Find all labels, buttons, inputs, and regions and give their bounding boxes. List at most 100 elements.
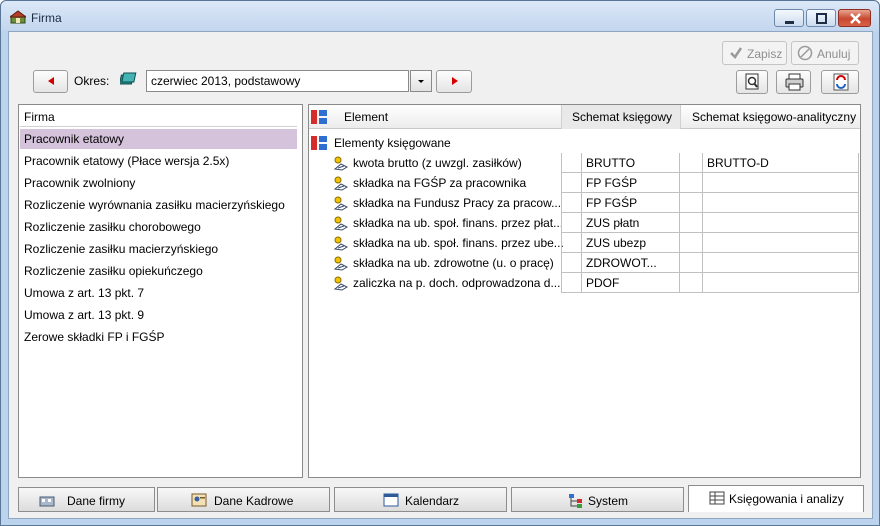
- preview-button[interactable]: [736, 70, 768, 94]
- row-element-name: składka na ub. zdrowotne (u. o pracę): [353, 256, 554, 270]
- tab-dane-kadrowe[interactable]: Dane Kadrowe: [157, 487, 330, 512]
- list-item[interactable]: Firma: [20, 107, 297, 127]
- list-item[interactable]: Pracownik etatowy (Płace wersja 2.5x): [20, 151, 297, 171]
- refresh-button[interactable]: [821, 70, 859, 94]
- row-marker-cell[interactable]: [680, 213, 703, 233]
- tab-system[interactable]: System: [511, 487, 684, 512]
- printer-icon: [785, 73, 804, 91]
- tab-kalendarz[interactable]: Kalendarz: [334, 487, 507, 512]
- title-bar[interactable]: Firma: [1, 1, 879, 31]
- minimize-icon: [785, 21, 794, 24]
- close-button[interactable]: [838, 9, 871, 27]
- table-row[interactable]: składka na FGŚP za pracownika FP FGŚP: [309, 173, 860, 193]
- client-area: Zapisz Anuluj Okres: czerwiec 2013, pods…: [8, 31, 873, 519]
- row-analityczny-cell[interactable]: [703, 253, 859, 273]
- period-select[interactable]: czerwiec 2013, podstawowy: [146, 70, 409, 92]
- row-schemat-cell[interactable]: FP FGŚP: [582, 173, 680, 193]
- row-marker-cell[interactable]: [680, 273, 703, 293]
- row-schemat-cell[interactable]: PDOF: [582, 273, 680, 293]
- cancel-button[interactable]: Anuluj: [791, 41, 859, 65]
- tab-ksiegowania-i-analizy[interactable]: Księgowania i analizy: [688, 485, 864, 512]
- posting-key-icon: [333, 236, 349, 251]
- row-analityczny-cell[interactable]: [703, 173, 859, 193]
- table-row[interactable]: składka na ub. społ. finans. przez ube..…: [309, 233, 860, 253]
- group-row[interactable]: Elementy księgowane: [309, 133, 860, 153]
- row-element-name: składka na ub. społ. finans. przez ube..…: [353, 236, 564, 250]
- grid-header: Element Schemat księgowy Schemat księgow…: [309, 105, 860, 129]
- row-marker-cell[interactable]: [561, 153, 582, 173]
- ledger-icon: [709, 491, 725, 505]
- list-item[interactable]: Umowa z art. 13 pkt. 7: [20, 283, 297, 303]
- table-row[interactable]: składka na Fundusz Pracy za pracow... FP …: [309, 193, 860, 213]
- tab-label: Dane Kadrowe: [214, 494, 294, 508]
- list-item[interactable]: Zerowe składki FP i FGŚP: [20, 327, 297, 347]
- tab-label: System: [588, 494, 629, 508]
- posting-key-icon: [333, 276, 349, 291]
- row-analityczny-cell[interactable]: [703, 233, 859, 253]
- table-row[interactable]: składka na ub. zdrowotne (u. o pracę) ZDR…: [309, 253, 860, 273]
- next-period-button[interactable]: [436, 70, 472, 93]
- posting-key-icon: [333, 156, 349, 171]
- tree-expand-icon[interactable]: [311, 109, 329, 125]
- row-analityczny-cell[interactable]: [703, 193, 859, 213]
- list-item[interactable]: Rozliczenie zasiłku chorobowego: [20, 217, 297, 237]
- row-marker-cell[interactable]: [561, 173, 582, 193]
- column-header-analityczny[interactable]: Schemat księgowo-analityczny: [692, 110, 856, 124]
- period-dropdown-button[interactable]: [410, 70, 432, 92]
- row-marker-cell[interactable]: [561, 193, 582, 213]
- table-row[interactable]: składka na ub. społ. finans. przez płat.…: [309, 213, 860, 233]
- row-schemat-cell[interactable]: ZDROWOT...: [582, 253, 680, 273]
- row-element-name: składka na ub. społ. finans. przez płat.…: [353, 216, 564, 230]
- save-button[interactable]: Zapisz: [722, 41, 787, 65]
- row-marker-cell[interactable]: [680, 253, 703, 273]
- table-row[interactable]: kwota brutto (z uwzgl. zasiłków) BRUTTO BR…: [309, 153, 860, 173]
- column-header-schemat[interactable]: Schemat księgowy: [572, 110, 672, 124]
- tab-label: Kalendarz: [405, 494, 460, 508]
- tab-dane-firmy[interactable]: Dane firmy: [18, 487, 155, 512]
- list-item[interactable]: Rozliczenie zasiłku macierzyńskiego: [20, 239, 297, 259]
- table-row[interactable]: zaliczka na p. doch. odprowadzona d... PD…: [309, 273, 860, 293]
- maximize-button[interactable]: [806, 9, 836, 27]
- refresh-icon: [833, 73, 849, 91]
- tab-label: Księgowania i analizy: [729, 492, 844, 506]
- cancel-label: Anuluj: [817, 47, 851, 61]
- books-icon: [120, 72, 137, 85]
- posting-key-icon: [333, 196, 349, 211]
- list-item[interactable]: Rozliczenie zasiłku opiekuńczego: [20, 261, 297, 281]
- minimize-button[interactable]: [774, 9, 804, 27]
- elements-grid[interactable]: Element Schemat księgowy Schemat księgow…: [308, 104, 861, 478]
- previous-period-button[interactable]: [33, 70, 68, 93]
- row-marker-cell[interactable]: [561, 213, 582, 233]
- row-schemat-cell[interactable]: ZUS płatn: [582, 213, 680, 233]
- posting-key-icon: [333, 256, 349, 271]
- row-marker-cell[interactable]: [680, 193, 703, 213]
- row-schemat-cell[interactable]: ZUS ubezp: [582, 233, 680, 253]
- row-schemat-cell[interactable]: FP FGŚP: [582, 193, 680, 213]
- calendar-icon: [383, 493, 399, 507]
- row-marker-cell[interactable]: [680, 233, 703, 253]
- list-item[interactable]: Rozliczenie wyrównania zasiłku macierzyń…: [20, 195, 297, 215]
- posting-key-icon: [333, 216, 349, 231]
- scheme-type-list[interactable]: Firma Pracownik etatowy Pracownik etatow…: [18, 104, 303, 478]
- chevron-down-icon: [418, 80, 424, 83]
- column-header-element[interactable]: Element: [344, 110, 388, 124]
- list-item[interactable]: Umowa z art. 13 pkt. 9: [20, 305, 297, 325]
- arrow-right-icon: [452, 77, 458, 85]
- save-label: Zapisz: [747, 47, 783, 61]
- row-marker-cell[interactable]: [561, 233, 582, 253]
- row-marker-cell[interactable]: [561, 253, 582, 273]
- row-analityczny-cell[interactable]: BRUTTO-D: [703, 153, 859, 173]
- row-marker-cell[interactable]: [561, 273, 582, 293]
- row-schemat-cell[interactable]: BRUTTO: [582, 153, 680, 173]
- window-title: Firma: [31, 11, 62, 25]
- list-item[interactable]: Pracownik zwolniony: [20, 173, 297, 193]
- period-value: czerwiec 2013, podstawowy: [151, 74, 301, 88]
- print-button[interactable]: [776, 70, 811, 94]
- row-marker-cell[interactable]: [680, 153, 703, 173]
- tab-label: Dane firmy: [67, 494, 126, 508]
- row-analityczny-cell[interactable]: [703, 273, 859, 293]
- row-marker-cell[interactable]: [680, 173, 703, 193]
- row-analityczny-cell[interactable]: [703, 213, 859, 233]
- tree-group-icon: [311, 136, 327, 150]
- list-item-selected[interactable]: Pracownik etatowy: [20, 129, 297, 149]
